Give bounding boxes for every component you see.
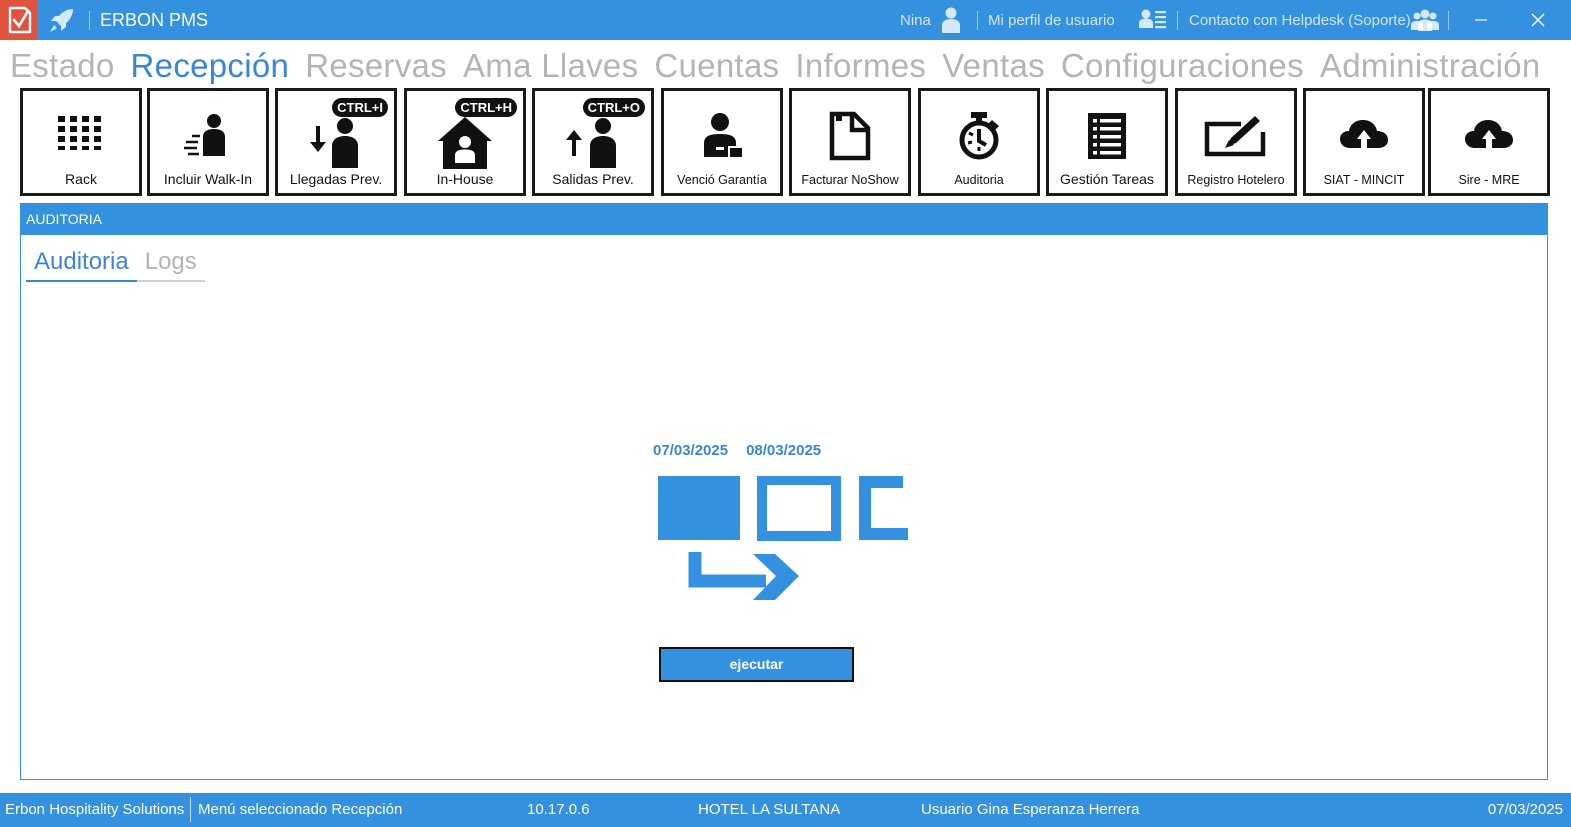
arrivals-button[interactable]: CTRL+I Llegadas Prev. [275,88,397,196]
title-bar: ERBON PMS Nina Mi perfil de usuario Cont… [0,0,1571,40]
menu-selected: Menú seleccionado Recepción [198,801,403,818]
walk-in-button[interactable]: Incluir Walk-In [147,88,269,196]
menu-item-reservas[interactable]: Reservas [305,44,447,88]
current-user: Usuario Gina Esperanza Herrera [921,801,1140,818]
audit-label: Auditoria [954,173,1004,187]
document-icon [829,111,871,161]
siat-mincit-label: SIAT - MINCIT [1323,173,1405,187]
task-list-icon [1088,113,1126,159]
task-management-button[interactable]: Gestión Tareas [1046,88,1168,196]
tab-logs[interactable]: Logs [137,244,205,280]
sire-mre-label: Sire - MRE [1458,173,1520,187]
status-date: 07/03/2025 [1487,801,1563,818]
menu-item-ama-llaves[interactable]: Ama Llaves [463,44,638,88]
audit-button[interactable]: Auditoria [918,88,1040,196]
minimize-button[interactable] [1458,0,1504,40]
panel-tabs: Auditoria Logs [26,244,205,282]
cloud-upload-icon [1340,120,1388,148]
menu-item-recepcion[interactable]: Recepción [131,44,290,88]
title-separator [1448,11,1449,30]
hotel-name: HOTEL LA SULTANA [698,801,841,818]
tab-auditoria[interactable]: Auditoria [26,244,137,282]
helpdesk-link[interactable]: Contacto con Helpdesk (Soporte) [1189,12,1411,29]
cloud-upload-icon [1465,120,1513,148]
siat-mincit-button[interactable]: SIAT - MINCIT [1303,88,1425,196]
company-name: Erbon Hospitality Solutions [5,801,185,818]
edit-icon [1204,116,1266,157]
close-icon [1531,13,1545,27]
app-logo [0,0,38,40]
main-menu: Estado Recepción Reservas Ama Llaves Cue… [10,44,1541,88]
support-group-icon[interactable] [1410,6,1440,34]
menu-item-informes[interactable]: Informes [795,44,926,88]
profile-link[interactable]: Mi perfil de usuario [988,12,1115,29]
walk-in-icon [184,114,225,156]
status-separator [190,797,191,822]
status-bar: Erbon Hospitality Solutions Menú selecci… [0,793,1571,827]
minimize-icon [1475,19,1487,21]
arrivals-label: Llegadas Prev. [289,171,383,187]
departure-icon [566,118,616,168]
title-separator [89,11,90,30]
rack-label: Rack [65,171,97,187]
date-to: 08/03/2025 [746,442,822,459]
close-button[interactable] [1515,0,1561,40]
departures-button[interactable]: CTRL+O Salidas Prev. [532,88,654,196]
rocket-icon[interactable] [48,6,76,34]
sire-mre-button[interactable]: Sire - MRE [1428,88,1550,196]
departures-label: Salidas Prev. [552,171,634,187]
bill-noshow-button[interactable]: Facturar NoShow [789,88,911,196]
title-separator [977,11,978,30]
panel-header: AUDITORIA [21,204,1547,235]
expired-guarantee-label: Venció Garantía [677,173,767,187]
house-icon [438,117,492,169]
arrival-icon [310,118,358,168]
user-icon[interactable] [938,6,964,34]
stopwatch-icon [959,112,999,160]
hotel-registry-label: Registro Hotelero [1187,173,1285,187]
menu-item-configuraciones[interactable]: Configuraciones [1061,44,1304,88]
rack-button[interactable]: Rack [20,88,142,196]
version: 10.17.0.6 [527,801,590,818]
guarantee-icon [704,113,742,157]
menu-item-estado[interactable]: Estado [10,44,115,88]
task-management-label: Gestión Tareas [1060,171,1154,187]
menu-item-administracion[interactable]: Administración [1320,44,1541,88]
bill-noshow-label: Facturar NoShow [801,173,899,187]
in-house-label: In-House [436,171,494,187]
menu-item-ventas[interactable]: Ventas [942,44,1045,88]
execute-button[interactable]: ejecutar [659,647,854,682]
audit-dates: 07/03/2025 08/03/2025 [653,442,821,459]
grid-icon [58,116,101,150]
menu-item-cuentas[interactable]: Cuentas [654,44,779,88]
date-from: 07/03/2025 [653,442,729,459]
expired-guarantee-button[interactable]: Venció Garantía [661,88,783,196]
user-name-link[interactable]: Nina [900,12,931,29]
title-separator [1177,11,1178,30]
checklist-logo-icon [8,6,32,34]
walk-in-label: Incluir Walk-In [163,171,253,187]
hotel-registry-button[interactable]: Registro Hotelero [1175,88,1297,196]
day-change-icon [658,476,908,600]
in-house-button[interactable]: CTRL+H In-House [404,88,526,196]
user-list-icon[interactable] [1138,6,1168,34]
app-title: ERBON PMS [100,10,209,30]
